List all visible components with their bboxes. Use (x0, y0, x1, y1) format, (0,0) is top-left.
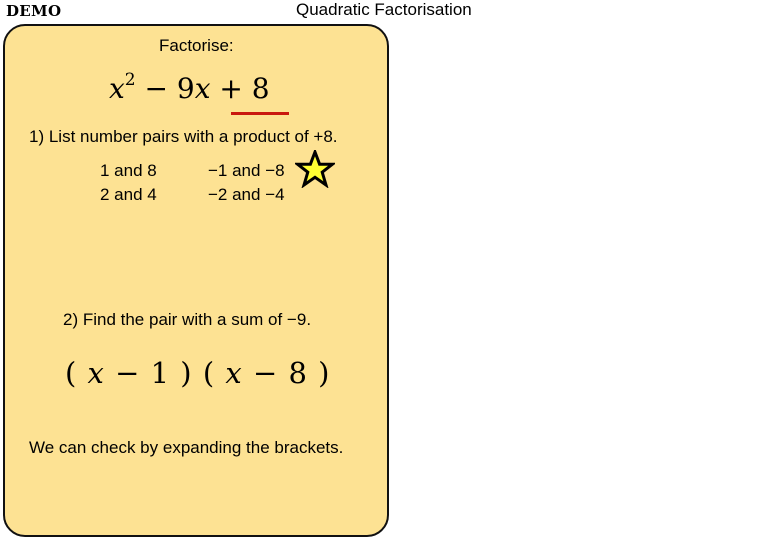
expr-constant: + 8 (210, 72, 270, 105)
answer-variable: x (87, 356, 105, 390)
constant-highlight-underline (231, 112, 289, 115)
answer-second-factor-rest: − 8 ) (242, 356, 331, 390)
worked-example-card: Factorise: x2 − 9x + 8 1) List number pa… (3, 24, 389, 537)
factor-pair: 1 and 8 (100, 161, 157, 180)
quadratic-expression: x2 − 9x + 8 (109, 70, 270, 105)
expr-variable: x (109, 72, 125, 105)
star-shape (295, 150, 335, 188)
answer-open-bracket: ( (65, 356, 88, 390)
expr-middle-variable: x (194, 72, 211, 105)
factorised-answer: ( x − 1 ) ( x − 8 ) (65, 356, 330, 390)
check-instruction: We can check by expanding the brackets. (29, 438, 344, 457)
demo-label: DEMO (6, 2, 62, 20)
answer-first-factor-rest: − 1 ) ( (104, 356, 226, 390)
answer-variable: x (225, 356, 243, 390)
factor-pair: −1 and −8 (208, 161, 285, 180)
expr-middle: − 9 (135, 72, 195, 105)
slide-title: Quadratic Factorisation (296, 0, 472, 19)
step-1-instruction: 1) List number pairs with a product of +… (29, 127, 338, 146)
step-2-instruction: 2) Find the pair with a sum of −9. (63, 310, 312, 329)
factor-pair: 2 and 4 (100, 185, 157, 204)
factor-pair: −2 and −4 (208, 185, 285, 204)
factorise-prompt: Factorise: (159, 36, 234, 55)
expr-exponent: 2 (124, 70, 136, 90)
star-icon (295, 150, 335, 188)
